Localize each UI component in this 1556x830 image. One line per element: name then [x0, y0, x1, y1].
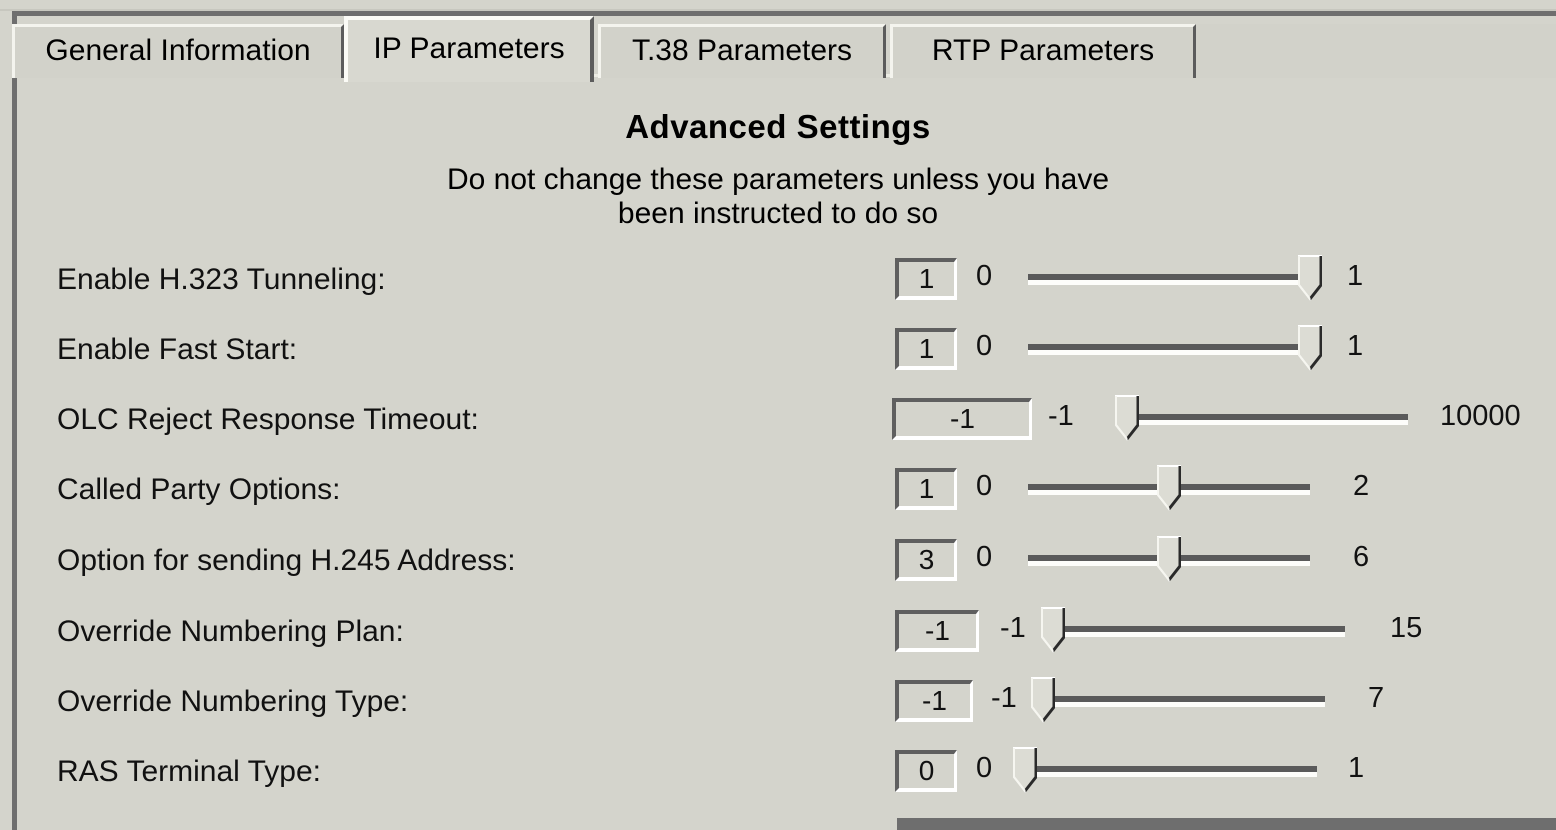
parameter-label: Enable H.323 Tunneling: — [57, 263, 386, 296]
slider-max-label: 10000 — [1440, 400, 1521, 432]
slider-min-label: -1 — [1048, 400, 1074, 432]
parameter-row: Enable Fast Start: 1 0 1 — [0, 325, 1556, 392]
tab-general-information[interactable]: General Information — [12, 24, 344, 78]
tab-strip: General Information IP Parameters T.38 Par… — [12, 16, 1556, 82]
slider-min-label: 0 — [976, 752, 993, 784]
tab-label: RTP Parameters — [931, 33, 1155, 67]
parameter-label: Override Numbering Plan: — [57, 615, 404, 648]
tab-label: T.38 Parameters — [631, 33, 853, 67]
parameter-value-input[interactable]: -1 — [895, 610, 979, 652]
parameter-value-input[interactable]: -1 — [892, 398, 1032, 440]
slider-max-label: 6 — [1353, 541, 1370, 573]
parameter-value-input[interactable]: 3 — [895, 539, 957, 581]
bottom-scroll-band[interactable] — [897, 818, 1556, 830]
slider-track[interactable] — [1028, 274, 1310, 285]
slider-min-label: 0 — [976, 470, 993, 502]
parameter-label: Override Numbering Type: — [57, 685, 409, 718]
parameter-row: Override Numbering Plan: -1 -1 15 — [0, 607, 1556, 674]
slider-thumb[interactable] — [1157, 536, 1181, 582]
tab-label: General Information — [45, 33, 311, 67]
slider-min-label: 0 — [976, 260, 993, 292]
slider-thumb[interactable] — [1041, 607, 1065, 653]
parameter-value-input[interactable]: 1 — [895, 468, 957, 510]
parameter-label: Called Party Options: — [57, 473, 341, 506]
window-top-strip — [0, 0, 1556, 11]
slider-thumb[interactable] — [1157, 465, 1181, 511]
tab-rtp-parameters[interactable]: RTP Parameters — [890, 24, 1196, 78]
slider-max-label: 1 — [1347, 260, 1364, 292]
parameter-value-input[interactable]: 1 — [895, 328, 957, 370]
ip-parameters-dialog: General Information IP Parameters T.38 Par… — [0, 0, 1556, 830]
tab-label: IP Parameters — [373, 32, 565, 65]
parameter-row: Called Party Options: 1 0 2 — [0, 465, 1556, 532]
parameter-value-input[interactable]: 0 — [895, 750, 957, 792]
parameter-value-input[interactable]: 1 — [895, 258, 957, 300]
slider-min-label: -1 — [991, 682, 1017, 714]
slider-max-label: 1 — [1347, 330, 1364, 362]
slider-min-label: -1 — [1000, 612, 1026, 644]
slider-max-label: 1 — [1348, 752, 1365, 784]
tab-t-38-parameters[interactable]: T.38 Parameters — [598, 24, 886, 78]
parameter-label: Option for sending H.245 Address: — [57, 544, 516, 577]
parameter-label: OLC Reject Response Timeout: — [57, 403, 479, 436]
slider-thumb[interactable] — [1298, 325, 1322, 371]
tab-strip-empty-area — [1196, 24, 1556, 78]
parameter-row: OLC Reject Response Timeout: -1 -1 10000 — [0, 395, 1556, 462]
parameter-row: Option for sending H.245 Address: 3 0 6 — [0, 536, 1556, 603]
page-subtitle-line-1: Do not change these parameters unless yo… — [446, 163, 1110, 196]
parameter-row: Enable H.323 Tunneling: 1 0 1 — [0, 255, 1556, 322]
slider-track[interactable] — [1025, 766, 1317, 777]
slider-thumb[interactable] — [1031, 677, 1055, 723]
parameter-value-input[interactable]: -1 — [895, 680, 973, 722]
parameter-label: Enable Fast Start: — [57, 333, 298, 366]
page-subtitle-line-2: been instructed to do so — [617, 197, 939, 230]
slider-track[interactable] — [1053, 626, 1345, 637]
slider-thumb[interactable] — [1298, 255, 1322, 301]
slider-max-label: 15 — [1390, 612, 1423, 644]
bottom-panel-fill — [17, 818, 897, 830]
page-title: Advanced Settings — [625, 108, 931, 145]
tab-ip-parameters[interactable]: IP Parameters — [344, 16, 594, 82]
parameter-label: RAS Terminal Type: — [57, 755, 322, 788]
parameter-row: Override Numbering Type: -1 -1 7 — [0, 677, 1556, 744]
slider-track[interactable] — [1043, 696, 1325, 707]
slider-track[interactable] — [1127, 414, 1408, 425]
slider-min-label: 0 — [976, 541, 993, 573]
slider-max-label: 7 — [1368, 682, 1385, 714]
slider-min-label: 0 — [976, 330, 993, 362]
slider-max-label: 2 — [1353, 470, 1370, 502]
slider-thumb[interactable] — [1115, 395, 1139, 441]
slider-thumb[interactable] — [1013, 747, 1037, 793]
parameter-row: RAS Terminal Type: 0 0 1 — [0, 747, 1556, 814]
slider-track[interactable] — [1028, 344, 1310, 355]
